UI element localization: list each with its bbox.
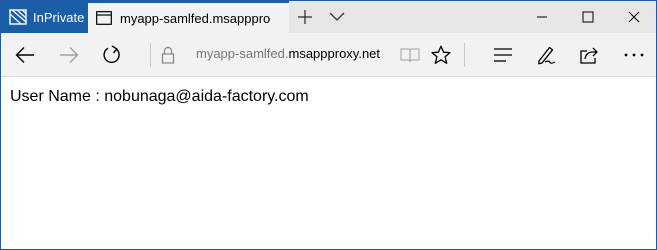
tab-title: myapp-samlfed.msappproxy.net	[120, 10, 270, 26]
refresh-icon	[102, 45, 122, 65]
address-bar[interactable]: myapp-samlfed.msappproxy.net	[196, 46, 380, 66]
arrow-left-icon	[15, 46, 35, 64]
page-icon	[96, 11, 112, 25]
browser-window: InPrivate myapp-samlfed.msappproxy.net	[0, 0, 657, 250]
inprivate-badge: InPrivate	[1, 1, 88, 33]
user-name-text: User Name : nobunaga@aida-factory.com	[10, 88, 309, 105]
pen-icon	[536, 45, 556, 65]
toolbar-separator	[464, 43, 465, 67]
forward-button[interactable]	[47, 33, 91, 77]
tab-list-button[interactable]	[319, 1, 355, 33]
inprivate-label: InPrivate	[33, 9, 85, 25]
web-note-button[interactable]	[524, 33, 568, 77]
minimize-button[interactable]	[519, 1, 565, 33]
close-button[interactable]	[611, 1, 656, 33]
new-tab-button[interactable]	[287, 1, 323, 33]
inprivate-icon	[9, 9, 27, 25]
close-icon	[628, 11, 640, 23]
hub-icon	[493, 47, 513, 63]
book-icon	[400, 47, 420, 63]
maximize-icon	[582, 11, 594, 23]
tab-active[interactable]: myapp-samlfed.msappproxy.net	[88, 1, 289, 33]
favorite-button[interactable]	[419, 33, 463, 77]
plus-icon	[297, 9, 313, 25]
minimize-icon	[536, 11, 548, 23]
share-button[interactable]	[567, 33, 611, 77]
title-bar: InPrivate myapp-samlfed.msappproxy.net	[1, 1, 656, 33]
refresh-button[interactable]	[90, 33, 134, 77]
chevron-down-icon	[329, 12, 345, 22]
address-subdomain: myapp-samlfed.	[196, 46, 289, 61]
address-host: msappproxy.net	[288, 46, 381, 61]
maximize-button[interactable]	[565, 1, 611, 33]
site-info-button[interactable]	[146, 33, 190, 77]
more-icon	[624, 53, 644, 57]
back-button[interactable]	[3, 33, 47, 77]
arrow-right-icon	[59, 46, 79, 64]
more-button[interactable]	[612, 33, 656, 77]
lock-icon	[161, 46, 175, 64]
navigation-toolbar: myapp-samlfed.msappproxy.net	[1, 33, 656, 77]
hub-button[interactable]	[481, 33, 525, 77]
star-icon	[431, 45, 451, 65]
page-content: User Name : nobunaga@aida-factory.com	[1, 78, 656, 249]
share-icon	[579, 45, 599, 65]
